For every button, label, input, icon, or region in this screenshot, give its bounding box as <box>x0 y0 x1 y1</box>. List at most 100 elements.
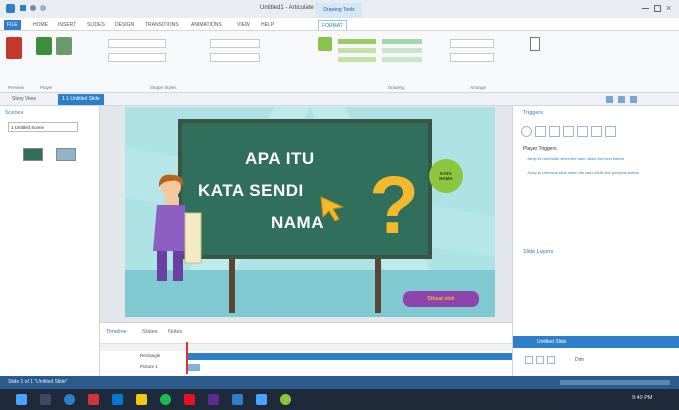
dim-toggle[interactable]: Dim <box>575 357 584 363</box>
timeline-bar-rectangle[interactable] <box>186 353 512 360</box>
kata-nama-badge[interactable]: KATA NAMA <box>429 159 463 193</box>
copy-trigger-icon[interactable] <box>549 126 560 137</box>
maximize-icon[interactable] <box>654 5 661 12</box>
app-icon-red[interactable] <box>184 394 195 405</box>
board-leg-right <box>375 259 381 313</box>
window-controls: × <box>640 3 676 15</box>
shape-styles-gallery-icon[interactable] <box>318 37 332 51</box>
paste-trigger-icon[interactable] <box>563 126 574 137</box>
preview-button[interactable] <box>6 37 22 59</box>
save-icon[interactable] <box>20 5 26 11</box>
playhead[interactable] <box>186 342 188 374</box>
brand-logo: Dibuat oleh <box>403 291 479 307</box>
slide-thumbnail-2[interactable] <box>56 148 76 161</box>
slide-thumbnail-1[interactable] <box>23 148 43 161</box>
drawing-option-2[interactable] <box>338 48 376 53</box>
cortana-icon[interactable] <box>64 394 75 405</box>
base-layer-label: Untitled Slide <box>537 339 567 345</box>
trigger-previous[interactable]: Jump to previous slide when the user cli… <box>527 170 667 175</box>
tab-file[interactable]: FILE <box>4 20 21 30</box>
height-field[interactable] <box>450 53 494 62</box>
tab-slide[interactable]: 1.1 Untitled Slide <box>58 94 104 105</box>
tab-format[interactable]: FORMAT <box>318 20 347 30</box>
undo-icon[interactable] <box>30 5 36 11</box>
trigger-next[interactable]: Jump to next slide when the user clicks … <box>527 156 667 161</box>
group-label-drawing: Drawing <box>388 85 405 90</box>
group-label-shape-styles: Shape Styles <box>150 85 177 90</box>
move-up-icon[interactable] <box>577 126 588 137</box>
tab-home[interactable]: HOME <box>30 20 51 30</box>
publish-button[interactable] <box>56 37 72 55</box>
tab-view[interactable]: VIEW <box>234 20 253 30</box>
minimize-icon[interactable] <box>642 8 649 9</box>
delete-layer-icon[interactable] <box>547 356 555 364</box>
app-icon-green[interactable] <box>280 394 291 405</box>
tab-design[interactable]: DESIGN <box>112 20 137 30</box>
zoom-icon[interactable] <box>618 96 625 103</box>
slide-layers-title: Slide Layers <box>523 249 554 255</box>
scenes-title: Scenes <box>5 110 24 116</box>
taskbar-clock: 9:40 PM <box>632 395 653 401</box>
quick-access-toolbar[interactable] <box>20 5 50 12</box>
slide-canvas[interactable]: APA ITU KATA SENDI NAMA ? KATA NAMA Dibu… <box>125 107 495 317</box>
chrome-icon[interactable] <box>160 394 171 405</box>
tab-timeline[interactable]: Timeline <box>106 329 127 335</box>
timeline-row-rectangle[interactable]: Rectangle <box>140 353 160 358</box>
file-explorer-icon[interactable] <box>136 394 147 405</box>
edit-trigger-icon[interactable] <box>535 126 546 137</box>
timeline-bar-picture[interactable] <box>186 364 200 371</box>
group-label-arrange: Arrange <box>470 85 487 90</box>
duplicate-layer-icon[interactable] <box>536 356 544 364</box>
app-icon-purple[interactable] <box>208 394 219 405</box>
transparency-field[interactable] <box>210 53 260 62</box>
tab-slides[interactable]: SLIDES <box>84 20 108 30</box>
layers-toolbar <box>525 356 565 366</box>
search-icon[interactable] <box>40 394 51 405</box>
close-icon[interactable]: × <box>666 3 671 13</box>
width-field[interactable] <box>450 39 494 48</box>
drawing-option-3[interactable] <box>338 57 376 62</box>
tab-transitions[interactable]: TRANSITIONS <box>142 20 182 30</box>
tab-notes[interactable]: Notes <box>168 329 182 335</box>
triggers-title: Triggers <box>523 110 543 116</box>
tab-insert[interactable]: INSERT <box>55 20 79 30</box>
office-icon[interactable] <box>88 394 99 405</box>
shape-effect-field[interactable] <box>210 39 260 48</box>
delete-trigger-icon[interactable] <box>605 126 616 137</box>
drawing-option-1[interactable] <box>338 39 376 44</box>
taskbar: 9:40 PM <box>0 389 679 410</box>
zoom-slider[interactable] <box>560 380 670 385</box>
shape-fill-field[interactable] <box>108 39 166 48</box>
timeline-row-picture[interactable]: Picture 1 <box>140 364 158 369</box>
edge-icon[interactable] <box>112 394 123 405</box>
new-layer-icon[interactable] <box>525 356 533 364</box>
board-leg-left <box>229 259 235 313</box>
drawing-option-4[interactable] <box>382 39 422 44</box>
redo-icon[interactable] <box>40 5 46 11</box>
tab-story-view[interactable]: Story View <box>8 94 40 105</box>
player-button[interactable] <box>36 37 52 55</box>
drawing-option-5[interactable] <box>382 48 422 53</box>
storyline-taskbar-icon[interactable] <box>232 394 243 405</box>
shape-outline-field[interactable] <box>108 53 166 62</box>
question-mark-graphic: ? <box>369 160 420 251</box>
ribbon-tabs: FILE HOME INSERT SLIDES DESIGN TRANSITIO… <box>0 18 679 31</box>
timeline-ruler[interactable] <box>100 343 512 351</box>
move-down-icon[interactable] <box>591 126 602 137</box>
start-icon[interactable] <box>16 394 27 405</box>
app-icon-blue[interactable] <box>256 394 267 405</box>
fit-icon[interactable] <box>606 96 613 103</box>
grid-icon[interactable] <box>630 96 637 103</box>
slide-status: Slide 1 of 1 "Untitled Slide" <box>8 379 68 385</box>
tab-states[interactable]: States <box>142 329 158 335</box>
add-trigger-icon[interactable] <box>521 126 532 137</box>
position-icon[interactable] <box>530 37 540 51</box>
tab-animations[interactable]: ANIMATIONS <box>188 20 225 30</box>
tab-help[interactable]: HELP <box>258 20 277 30</box>
base-layer-row[interactable]: Untitled Slide <box>513 336 679 348</box>
scene-dropdown[interactable]: 1 Untitled Scene <box>8 122 78 132</box>
drawing-option-6[interactable] <box>382 57 422 62</box>
scenes-panel: Scenes 1 Untitled Scene <box>0 106 100 376</box>
triggers-toolbar <box>521 126 649 137</box>
context-tab-label: Drawing Tools <box>316 3 362 18</box>
